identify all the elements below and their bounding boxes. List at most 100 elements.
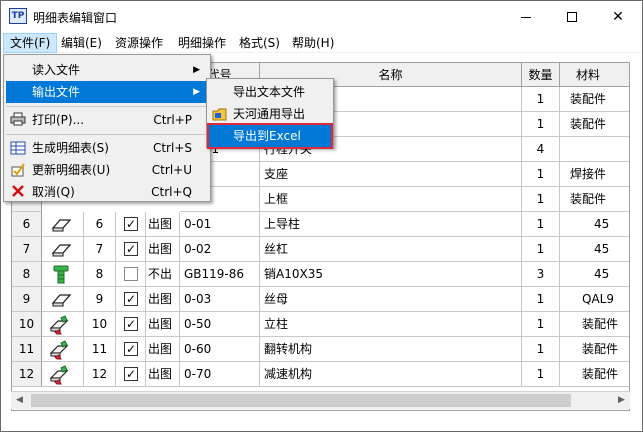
- table-row[interactable]: 8 8 不出 GB119-86 销A10X35 3 45: [12, 262, 629, 287]
- header-qty[interactable]: 数量: [522, 63, 560, 87]
- cell-material: 装配件: [560, 337, 629, 362]
- cell-drawing: 出图: [146, 212, 180, 237]
- table-row[interactable]: 11 11 ✓ 出图 0-60 翻转机构 1 装配件: [12, 337, 629, 362]
- cell-check[interactable]: [116, 262, 146, 287]
- menu-item-label: 读入文件: [32, 63, 81, 77]
- menu-item-update-table[interactable]: 更新明细表(U) Ctrl+U: [6, 159, 208, 181]
- folder-export-icon: [212, 106, 228, 122]
- menu-separator: [6, 134, 208, 135]
- cell-material: 45: [560, 212, 629, 237]
- cell-name: 减速机构: [260, 362, 522, 387]
- menu-item-output-file[interactable]: 输出文件 ▶: [6, 81, 208, 103]
- table-row[interactable]: 12 12 ✓ 出图 0-70 减速机构 1 装配件: [12, 362, 629, 387]
- menu-item-print[interactable]: 打印(P)... Ctrl+P: [6, 109, 208, 131]
- table-row[interactable]: 9 9 ✓ 出图 0-03 丝母 1 QAL9: [12, 287, 629, 312]
- scrollbar-thumb[interactable]: [31, 394, 571, 407]
- cell-name: 支座: [260, 162, 522, 187]
- output-checkbox[interactable]: ✓: [124, 367, 138, 381]
- menu-edit[interactable]: 编辑(E): [55, 33, 108, 53]
- cell-qty: 3: [522, 262, 560, 287]
- cell-check[interactable]: ✓: [116, 287, 146, 312]
- cell-material: [560, 137, 629, 162]
- submenu-arrow-icon: ▶: [193, 87, 200, 97]
- close-button[interactable]: ✕: [595, 1, 641, 33]
- cell-qty: 4: [522, 137, 560, 162]
- printer-icon: [10, 112, 26, 128]
- output-checkbox[interactable]: ✓: [124, 242, 138, 256]
- menu-bar: 文件(F) 编辑(E) 资源操作 明细操作 格式(S) 帮助(H): [1, 33, 642, 53]
- row-number: 7: [12, 237, 42, 262]
- cell-name: 上导柱: [260, 212, 522, 237]
- row-number: 9: [12, 287, 42, 312]
- menu-resource-ops[interactable]: 资源操作: [109, 33, 169, 53]
- cell-check[interactable]: ✓: [116, 212, 146, 237]
- cell-qty: 1: [522, 87, 560, 112]
- maximize-icon: [567, 12, 577, 22]
- cell-name: 丝母: [260, 287, 522, 312]
- cell-check[interactable]: ✓: [116, 337, 146, 362]
- menu-help[interactable]: 帮助(H): [286, 33, 340, 53]
- cell-material: QAL9: [560, 287, 629, 312]
- table-row[interactable]: 7 7 ✓ 出图 0-02 丝杠 1 45: [12, 237, 629, 262]
- assembly-icon: [49, 315, 69, 335]
- minimize-button[interactable]: [503, 1, 549, 33]
- part-icon-cell: [42, 312, 84, 337]
- cell-code: 0-03: [180, 287, 260, 312]
- cell-qty: 1: [522, 237, 560, 262]
- minimize-icon: [521, 16, 531, 18]
- cell-seq: 6: [84, 212, 116, 237]
- cell-seq: 8: [84, 262, 116, 287]
- cell-seq: 10: [84, 312, 116, 337]
- maximize-button[interactable]: [549, 1, 595, 33]
- scroll-left-icon[interactable]: ◀: [11, 392, 28, 409]
- cell-code: 0-50: [180, 312, 260, 337]
- cell-qty: 1: [522, 362, 560, 387]
- menu-item-label: 更新明细表(U): [32, 163, 111, 177]
- scroll-right-icon[interactable]: ▶: [613, 392, 630, 409]
- cell-code: 0-70: [180, 362, 260, 387]
- menu-item-cancel[interactable]: 取消(Q) Ctrl+Q: [6, 181, 208, 203]
- menu-separator: [6, 106, 208, 107]
- horizontal-scrollbar[interactable]: ◀ ▶: [11, 391, 630, 409]
- title-bar[interactable]: TP 明细表编辑窗口 ✕: [1, 1, 642, 33]
- cell-material: 45: [560, 237, 629, 262]
- menu-file[interactable]: 文件(F): [3, 33, 58, 53]
- submenu-export-excel[interactable]: 导出到Excel: [207, 123, 333, 149]
- cell-qty: 1: [522, 287, 560, 312]
- part-block-icon: [51, 294, 72, 307]
- menu-item-import-file[interactable]: 读入文件 ▶: [6, 59, 208, 81]
- cell-check[interactable]: ✓: [116, 362, 146, 387]
- cell-qty: 1: [522, 187, 560, 212]
- menu-shortcut: Ctrl+U: [151, 163, 192, 177]
- header-material[interactable]: 材料: [560, 63, 629, 87]
- part-icon-cell: [42, 237, 84, 262]
- output-checkbox[interactable]: ✓: [124, 317, 138, 331]
- submenu-export-text[interactable]: 导出文本文件: [209, 81, 331, 103]
- menu-item-label: 取消(Q): [32, 185, 75, 199]
- part-icon-cell: [42, 337, 84, 362]
- menu-detail-ops[interactable]: 明细操作: [172, 33, 232, 53]
- generate-table-icon: [10, 140, 26, 156]
- row-number: 11: [12, 337, 42, 362]
- menu-format[interactable]: 格式(S): [233, 33, 286, 53]
- menu-item-label: 打印(P)...: [32, 113, 85, 127]
- output-checkbox[interactable]: ✓: [124, 217, 138, 231]
- submenu-tianhe-export[interactable]: 天河通用导出: [209, 103, 331, 125]
- cell-material: 装配件: [560, 112, 629, 137]
- output-checkbox[interactable]: ✓: [124, 342, 138, 356]
- output-checkbox[interactable]: [124, 267, 138, 281]
- cell-check[interactable]: ✓: [116, 237, 146, 262]
- cell-qty: 1: [522, 212, 560, 237]
- window-title: 明细表编辑窗口: [33, 11, 118, 25]
- cell-code: 0-60: [180, 337, 260, 362]
- table-row[interactable]: 6 6 ✓ 出图 0-01 上导柱 1 45: [12, 212, 629, 237]
- menu-item-label: 输出文件: [32, 85, 81, 99]
- cell-check[interactable]: ✓: [116, 312, 146, 337]
- output-checkbox[interactable]: ✓: [124, 292, 138, 306]
- cell-material: 装配件: [560, 187, 629, 212]
- cell-code: GB119-86: [180, 262, 260, 287]
- table-row[interactable]: 10 10 ✓ 出图 0-50 立柱 1 装配件: [12, 312, 629, 337]
- cell-code: 0-02: [180, 237, 260, 262]
- submenu-item-label: 天河通用导出: [233, 107, 306, 121]
- menu-item-generate-table[interactable]: 生成明细表(S) Ctrl+S: [6, 137, 208, 159]
